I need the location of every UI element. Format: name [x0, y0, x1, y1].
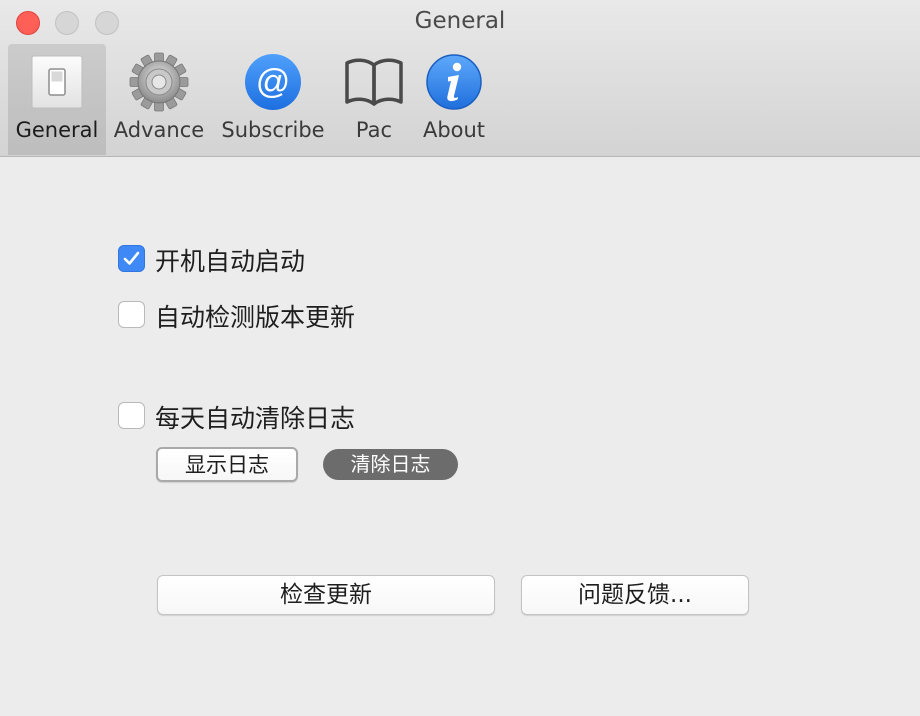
launch-at-login-label[interactable]: 开机自动启动 — [155, 242, 305, 278]
window-title: General — [414, 8, 506, 34]
toolbar-item-about[interactable]: About — [414, 44, 494, 155]
toolbar-item-label: Subscribe — [221, 118, 325, 142]
clear-log-button[interactable]: 清除日志 — [323, 449, 458, 480]
auto-check-updates-checkbox[interactable] — [118, 301, 145, 328]
toolbar-item-label: General — [15, 118, 99, 142]
info-icon — [426, 54, 482, 110]
show-log-button[interactable]: 显示日志 — [156, 447, 298, 482]
toolbar-item-label: Advance — [113, 118, 205, 142]
toolbar-item-label: Pac — [355, 118, 393, 142]
toolbar-item-subscribe[interactable]: @ Subscribe — [214, 44, 332, 155]
toolbar-item-pac[interactable]: Pac — [336, 44, 412, 155]
daily-clear-logs-label[interactable]: 每天自动清除日志 — [155, 399, 355, 435]
launch-at-login-checkbox[interactable] — [118, 245, 145, 272]
titlebar-toolbar: General General Advance @ Subscribe Pac … — [0, 0, 920, 157]
toolbar-item-advance[interactable]: Advance — [108, 44, 210, 155]
toolbar-item-general[interactable]: General — [8, 44, 106, 155]
check-update-button[interactable]: 检查更新 — [157, 575, 495, 615]
toolbar-item-label: About — [422, 118, 486, 142]
auto-check-updates-label[interactable]: 自动检测版本更新 — [155, 298, 355, 334]
at-sign-icon: @ — [245, 54, 301, 110]
switch-icon — [31, 55, 83, 109]
gear-icon — [129, 52, 189, 112]
daily-clear-logs-checkbox[interactable] — [118, 402, 145, 429]
feedback-button[interactable]: 问题反馈... — [521, 575, 749, 615]
book-icon — [345, 58, 403, 106]
checkmark-icon — [123, 251, 140, 265]
preferences-window: General General Advance @ Subscribe Pac … — [0, 0, 920, 716]
svg-text:@: @ — [256, 63, 291, 101]
